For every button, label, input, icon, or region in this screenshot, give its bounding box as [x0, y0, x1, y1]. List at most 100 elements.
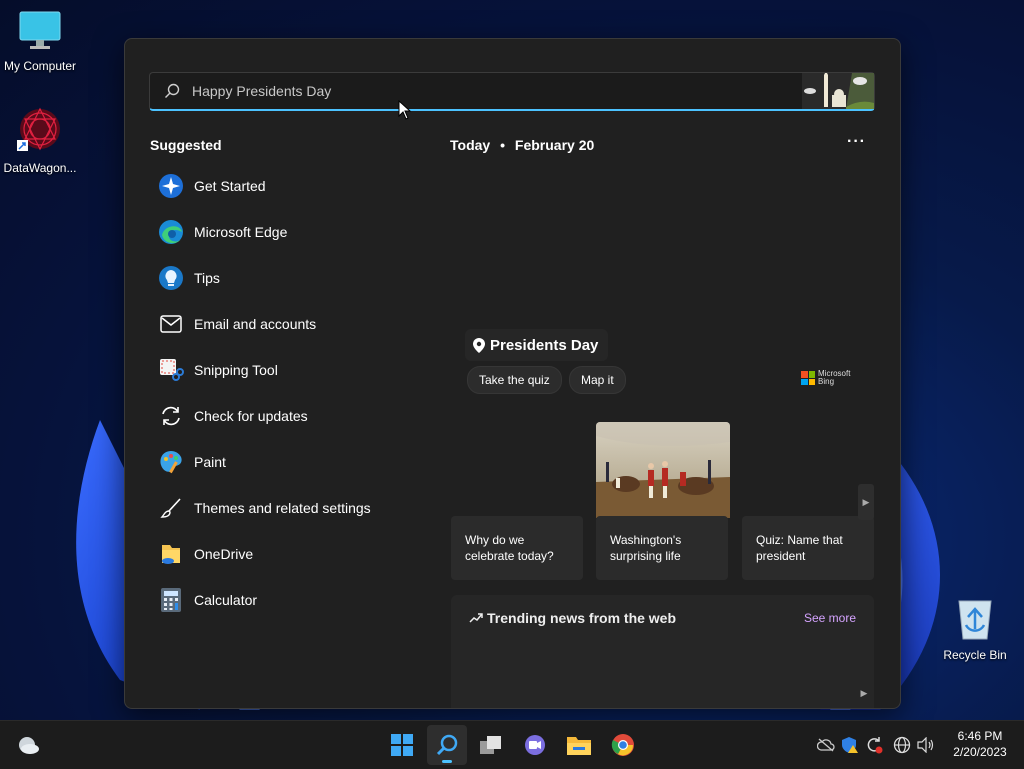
tray-onedrive-button[interactable] — [816, 735, 836, 755]
update-restart-icon — [867, 737, 883, 754]
clock-date: 2/20/2023 — [953, 745, 1007, 759]
mail-icon — [158, 311, 184, 337]
get-started-icon — [158, 173, 184, 199]
desktop-icon-recycle-bin[interactable]: Recycle Bin — [935, 595, 1015, 662]
task-view-icon — [480, 736, 501, 754]
today-date: February 20 — [514, 137, 595, 153]
suggested-item-get-started[interactable]: Get Started — [158, 163, 428, 209]
taskbar-clock[interactable]: 6:46 PM 2/20/2023 — [940, 728, 1020, 760]
suggested-item-calculator[interactable]: Calculator — [158, 577, 428, 623]
teams-chat-button[interactable] — [515, 725, 555, 765]
suggested-item-label: Email and accounts — [194, 316, 317, 332]
map-it-chip[interactable]: Map it — [569, 366, 626, 394]
globe-icon — [893, 736, 911, 754]
cloud-offline-icon — [817, 738, 835, 752]
suggested-item-label: Paint — [194, 454, 226, 470]
trending-title-text: Trending news from the web — [487, 610, 677, 626]
suggested-item-label: Snipping Tool — [194, 362, 278, 378]
taskbar-search-button[interactable] — [427, 725, 467, 765]
weather-cloud-icon — [19, 737, 39, 754]
start-button[interactable] — [382, 725, 422, 765]
onedrive-icon — [158, 541, 184, 567]
microsoft-logo-icon — [801, 371, 815, 385]
tips-icon — [158, 265, 184, 291]
trending-news-section: Trending news from the web See more ▶ — [451, 595, 874, 708]
paint-icon — [158, 449, 184, 475]
suggested-item-email-and-accounts[interactable]: Email and accounts — [158, 301, 428, 347]
suggested-item-tips[interactable]: Tips — [158, 255, 428, 301]
microsoft-bing-logo[interactable]: Microsoft Bing — [801, 370, 850, 386]
take-the-quiz-chip[interactable]: Take the quiz — [467, 366, 562, 394]
washington-painting-image[interactable] — [596, 422, 730, 518]
shield-warning-icon — [842, 737, 858, 753]
widgets-button[interactable] — [8, 725, 48, 765]
suggested-item-label: Themes and related settings — [194, 500, 371, 516]
brush-icon — [158, 495, 184, 521]
trending-up-icon — [469, 613, 483, 623]
suggested-item-label: Check for updates — [194, 408, 308, 424]
desktop-icon-label: DataWagon... — [3, 161, 77, 175]
search-icon — [436, 734, 458, 756]
speaker-icon — [917, 737, 934, 753]
calculator-icon — [158, 587, 184, 613]
suggested-item-label: Tips — [194, 270, 220, 286]
bing-logo-line2: Bing — [818, 377, 835, 386]
presidents-day-doodle-icon — [802, 73, 874, 109]
chevron-right-icon: ▶ — [860, 687, 868, 698]
monitor-icon — [0, 8, 80, 55]
suggested-item-label: Calculator — [194, 592, 258, 608]
desktop-icon-label: Recycle Bin — [943, 648, 1007, 662]
suggested-item-onedrive[interactable]: OneDrive — [158, 531, 428, 577]
search-box[interactable] — [149, 72, 875, 111]
highlight-card[interactable]: Why do we celebrate today? — [451, 516, 583, 580]
desktop-icon-my-computer[interactable]: My Computer — [0, 8, 80, 73]
search-icon — [165, 83, 180, 98]
refresh-icon — [158, 403, 184, 429]
suggested-item-snipping-tool[interactable]: Snipping Tool — [158, 347, 428, 393]
suggested-item-themes-and-related-settings[interactable]: Themes and related settings — [158, 485, 428, 531]
snipping-tool-icon — [158, 357, 184, 383]
suggested-item-label: OneDrive — [194, 546, 254, 562]
highlight-card[interactable]: Quiz: Name that president — [742, 516, 874, 580]
suggested-item-paint[interactable]: Paint — [158, 439, 428, 485]
chrome-button[interactable] — [603, 725, 643, 765]
mouse-cursor-icon — [398, 100, 412, 120]
highlight-title-text: Presidents Day — [490, 336, 599, 354]
highlight-title[interactable]: Presidents Day — [465, 329, 609, 361]
next-arrow-button[interactable]: ▶ — [858, 484, 874, 520]
suggested-item-microsoft-edge[interactable]: Microsoft Edge — [158, 209, 428, 255]
today-separator: • — [500, 137, 505, 153]
trending-title: Trending news from the web — [469, 610, 676, 626]
desktop-icon-datawagon[interactable]: DataWagon... — [0, 104, 80, 175]
highlight-card[interactable]: Washington's surprising life — [596, 516, 728, 580]
task-view-button[interactable] — [471, 725, 511, 765]
file-explorer-icon — [567, 737, 591, 755]
tray-network-button[interactable] — [892, 735, 912, 755]
datawagon-icon — [0, 104, 80, 157]
start-icon — [391, 734, 413, 756]
more-options-button[interactable]: ··· — [847, 133, 866, 151]
suggested-list: Get Started Microsoft Edge Tips Email an… — [158, 163, 428, 623]
suggested-item-check-for-updates[interactable]: Check for updates — [158, 393, 428, 439]
edge-icon — [158, 219, 184, 245]
clock-time: 6:46 PM — [957, 729, 1003, 743]
teams-chat-icon — [525, 735, 545, 755]
trending-next-button[interactable]: ▶ — [856, 683, 872, 703]
location-pin-icon — [473, 337, 485, 353]
suggested-item-label: Get Started — [194, 178, 266, 194]
tray-update-button[interactable] — [864, 735, 884, 755]
suggested-item-label: Microsoft Edge — [194, 224, 288, 240]
today-header: Today • February 20 — [450, 137, 594, 153]
search-input[interactable] — [190, 82, 802, 100]
desktop-icon-label: My Computer — [3, 59, 77, 73]
recycle-bin-icon — [935, 595, 1015, 644]
chrome-icon — [611, 734, 634, 756]
tray-volume-button[interactable] — [916, 735, 936, 755]
file-explorer-button[interactable] — [559, 725, 599, 765]
taskbar — [0, 720, 1024, 769]
see-more-link[interactable]: See more — [804, 611, 856, 625]
today-label: Today — [450, 137, 491, 153]
suggested-heading: Suggested — [150, 137, 222, 153]
tray-defender-button[interactable] — [840, 735, 860, 755]
search-panel: Suggested Get Started Microsoft Edge Tip… — [124, 38, 901, 709]
